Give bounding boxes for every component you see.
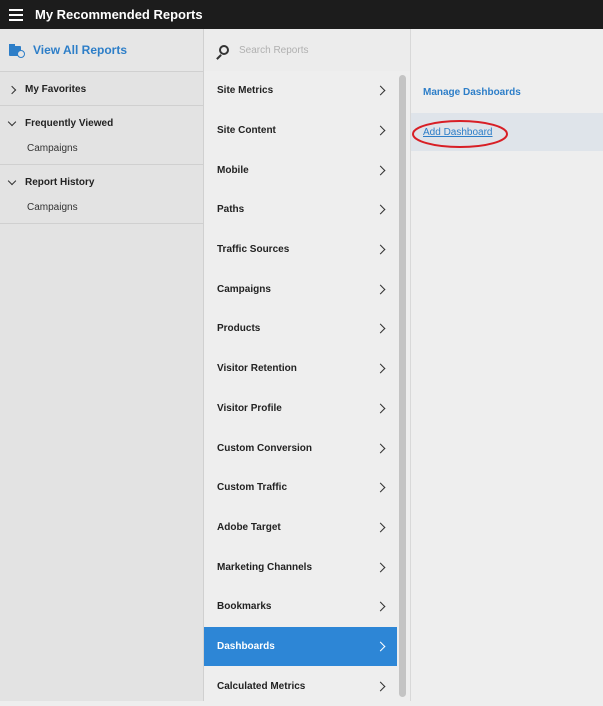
chevron-right-icon — [375, 522, 386, 533]
menu-item-label: Custom Traffic — [217, 482, 288, 494]
menu-item-traffic-sources[interactable]: Traffic Sources — [204, 230, 397, 270]
menu-item-dashboards[interactable]: Dashboards — [204, 626, 397, 667]
top-bar: My Recommended Reports — [0, 0, 603, 29]
menu-item-label: Bookmarks — [217, 601, 272, 613]
chevron-right-icon — [375, 85, 386, 96]
chevron-right-icon — [375, 601, 386, 612]
menu-item-calculated-metrics[interactable]: Calculated Metrics — [204, 666, 397, 706]
menu-item-label: Site Content — [217, 125, 276, 137]
menu-item-label: Products — [217, 323, 261, 335]
menu-item-label: Marketing Channels — [217, 561, 313, 573]
frequently-viewed-section: Frequently Viewed Campaigns — [0, 106, 203, 165]
report-category-list: Site Metrics Site Content Mobile Paths Traff… — [204, 71, 397, 706]
menu-item-label: Dashboards — [217, 640, 275, 652]
chevron-right-icon — [375, 204, 386, 215]
chevron-right-icon — [375, 324, 386, 334]
menu-item-label: Campaigns — [217, 283, 271, 295]
frequently-viewed-item-campaigns[interactable]: Campaigns — [0, 143, 203, 154]
view-all-reports-button[interactable]: View All Reports — [0, 29, 203, 72]
menu-item-paths[interactable]: Paths — [204, 190, 397, 230]
menu-item-custom-conversion[interactable]: Custom Conversion — [204, 428, 397, 468]
menu-item-visitor-retention[interactable]: Visitor Retention — [204, 349, 397, 389]
hamburger-menu-icon[interactable] — [9, 8, 23, 21]
menu-item-label: Site Metrics — [217, 85, 274, 97]
chevron-right-icon — [375, 482, 386, 493]
menu-item-site-content[interactable]: Site Content — [204, 111, 397, 151]
chevron-right-icon — [375, 165, 386, 176]
manage-dashboards-link[interactable]: Manage Dashboards — [423, 87, 521, 98]
chevron-right-icon — [375, 681, 386, 692]
search-bar — [204, 29, 410, 71]
chevron-down-icon — [7, 117, 17, 127]
menu-item-products[interactable]: Products — [204, 309, 397, 349]
search-input[interactable] — [239, 44, 389, 56]
manage-dashboards-item[interactable]: Manage Dashboards — [410, 71, 603, 113]
menu-item-label: Paths — [217, 204, 245, 216]
chevron-right-icon — [375, 443, 386, 453]
chevron-right-icon — [375, 363, 386, 374]
chevron-down-icon — [7, 176, 17, 186]
menu-item-site-metrics[interactable]: Site Metrics — [204, 71, 397, 111]
favorites-header[interactable]: My Favorites — [0, 84, 203, 95]
page-title: My Recommended Reports — [35, 7, 203, 22]
menu-item-mobile[interactable]: Mobile — [204, 150, 397, 190]
chevron-right-icon — [375, 125, 386, 136]
view-all-reports-label: View All Reports — [33, 43, 128, 57]
menu-item-label: Custom Conversion — [217, 442, 313, 454]
submenu-panel: Manage Dashboards Add Dashboard — [410, 29, 603, 701]
menu-item-label: Calculated Metrics — [217, 680, 306, 692]
scrollbar[interactable] — [399, 75, 406, 697]
left-sidebar: View All Reports My Favorites Frequently… — [0, 29, 204, 701]
favorites-section: My Favorites — [0, 72, 203, 106]
report-category-panel: Site Metrics Site Content Mobile Paths Traff… — [204, 29, 410, 701]
frequently-viewed-label: Frequently Viewed — [25, 118, 114, 129]
report-history-label: Report History — [25, 177, 95, 188]
chevron-right-icon — [7, 85, 17, 94]
menu-item-label: Traffic Sources — [217, 244, 290, 256]
menu-item-label: Adobe Target — [217, 521, 281, 533]
menu-item-campaigns[interactable]: Campaigns — [204, 269, 397, 309]
menu-item-label: Mobile — [217, 164, 249, 176]
report-history-item-campaigns[interactable]: Campaigns — [0, 202, 203, 213]
chevron-right-icon — [375, 284, 386, 295]
menu-item-label: Visitor Retention — [217, 363, 297, 375]
chevron-right-icon — [375, 641, 386, 652]
menu-item-label: Visitor Profile — [217, 402, 282, 414]
highlight-oval — [412, 120, 508, 148]
menu-item-bookmarks[interactable]: Bookmarks — [204, 587, 397, 627]
menu-item-custom-traffic[interactable]: Custom Traffic — [204, 468, 397, 508]
menu-item-visitor-profile[interactable]: Visitor Profile — [204, 389, 397, 429]
menu-item-marketing-channels[interactable]: Marketing Channels — [204, 547, 397, 587]
report-history-header[interactable]: Report History — [0, 176, 203, 188]
menu-item-adobe-target[interactable]: Adobe Target — [204, 508, 397, 548]
report-history-section: Report History Campaigns — [0, 165, 203, 224]
search-icon[interactable] — [219, 45, 229, 55]
favorites-label: My Favorites — [25, 84, 87, 95]
chevron-right-icon — [375, 244, 386, 255]
folder-search-icon — [9, 43, 25, 58]
frequently-viewed-header[interactable]: Frequently Viewed — [0, 117, 203, 129]
chevron-right-icon — [375, 562, 386, 573]
chevron-right-icon — [375, 403, 386, 414]
